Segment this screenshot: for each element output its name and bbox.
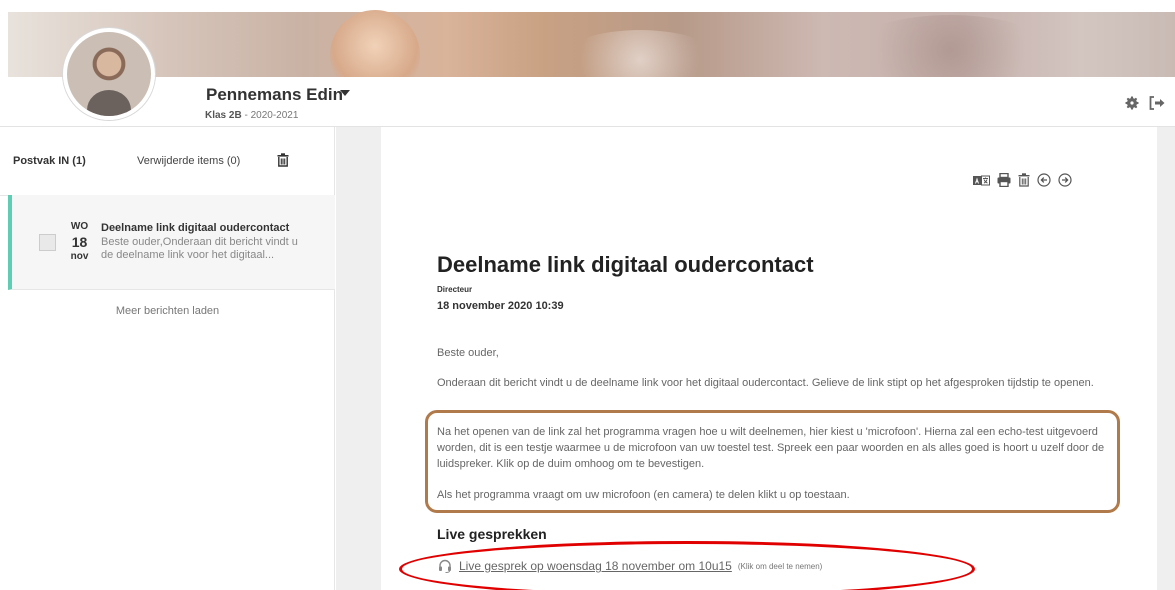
delete-message-icon[interactable]	[1018, 173, 1030, 187]
load-more-link[interactable]: Meer berichten laden	[0, 305, 335, 317]
trash-icon[interactable]	[277, 153, 289, 167]
user-menu-caret-icon[interactable]	[340, 90, 350, 96]
translate-icon[interactable]	[973, 175, 990, 186]
message-paragraph: Onderaan dit bericht vindt u de deelname…	[437, 377, 1094, 389]
previous-icon[interactable]	[1037, 173, 1051, 187]
live-section-title: Live gesprekken	[437, 526, 547, 542]
message-datetime: 18 november 2020 10:39	[437, 300, 564, 312]
message-checkbox[interactable]	[39, 234, 56, 251]
annotation-highlight-ellipse	[399, 541, 975, 590]
tab-deleted-items[interactable]: Verwijderde items (0)	[137, 155, 240, 167]
message-date: WO 18 nov	[70, 221, 89, 262]
avatar	[63, 28, 155, 120]
message-title: Deelname link digitaal oudercontact	[437, 252, 814, 277]
next-icon[interactable]	[1058, 173, 1072, 187]
tab-inbox[interactable]: Postvak IN (1)	[13, 155, 86, 167]
message-item-title: Deelname link digitaal oudercontact	[101, 222, 290, 234]
user-name[interactable]: Pennemans Edin	[206, 85, 343, 105]
message-item-preview: Beste ouder,Onderaan dit bericht vindt u…	[101, 236, 298, 261]
gear-icon[interactable]	[1124, 95, 1140, 111]
message-sender: Directeur	[437, 285, 473, 294]
print-icon[interactable]	[997, 173, 1011, 187]
header-banner	[0, 0, 1175, 100]
header-bar	[0, 77, 1175, 127]
user-class-info: Klas 2B - 2020-2021	[205, 110, 299, 121]
message-list-item[interactable]: WO 18 nov Deelname link digitaal ouderco…	[8, 195, 335, 290]
message-paragraph: Beste ouder,	[437, 347, 499, 359]
mailbox-panel: Postvak IN (1) Verwijderde items (0) WO …	[0, 127, 335, 590]
message-toolbar	[973, 172, 1072, 188]
annotation-highlight-box	[425, 410, 1120, 513]
logout-icon[interactable]	[1148, 95, 1165, 111]
